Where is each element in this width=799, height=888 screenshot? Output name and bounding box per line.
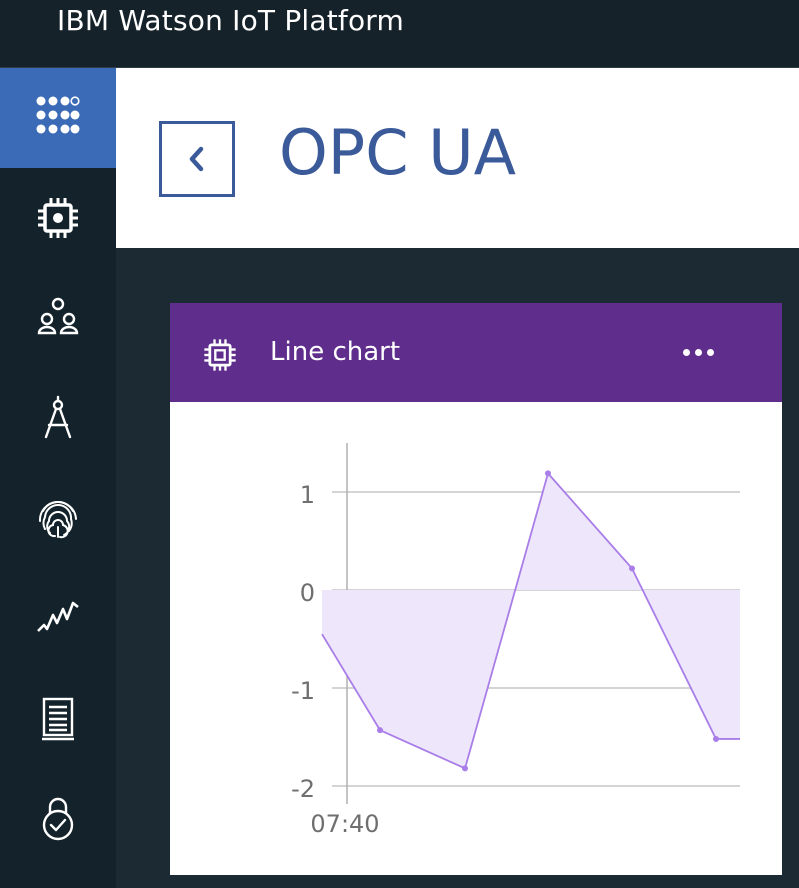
card-chip-icon (202, 337, 238, 377)
data-point (713, 735, 719, 742)
top-bar: IBM Watson IoT Platform (0, 0, 799, 68)
sidebar-item-security[interactable] (0, 468, 116, 568)
y-tick-label: 1 (300, 481, 315, 509)
sidebar-item-rules[interactable] (0, 368, 116, 468)
overflow-menu-icon (682, 348, 690, 356)
back-button[interactable] (159, 121, 235, 197)
chevron-left-icon (189, 146, 204, 172)
overflow-menu-dot (694, 348, 702, 356)
series-area (322, 473, 740, 769)
chip-icon (204, 339, 236, 371)
fingerprint-icon (38, 500, 77, 539)
sidebar-item-reports[interactable] (0, 668, 116, 768)
data-point (629, 565, 635, 572)
sidebar-item-usage[interactable] (0, 568, 116, 668)
sidebar-item-access[interactable] (0, 768, 116, 868)
apps-grid-icon (36, 96, 80, 134)
members-icon (37, 297, 79, 335)
overflow-menu-button[interactable] (675, 337, 721, 367)
y-tick-label: 0 (300, 579, 315, 607)
data-point (377, 727, 383, 734)
document-icon (42, 697, 74, 741)
y-tick-label: -1 (291, 677, 315, 705)
sidebar (0, 68, 116, 888)
y-tick-label: -2 (291, 775, 315, 803)
sidebar-item-apps[interactable] (0, 68, 116, 168)
line-chart: 1 0 -1 -2 07:40 (291, 443, 740, 838)
compass-icon (44, 395, 72, 439)
page-title: OPC UA (279, 116, 516, 189)
chip-icon (38, 198, 78, 238)
line-chart-card: Line chart 1 0 -1 -2 07:40 (170, 303, 782, 875)
activity-icon (37, 601, 79, 632)
lock-check-icon (42, 797, 74, 841)
x-tick-label: 07:40 (310, 810, 379, 838)
card-header: Line chart (170, 303, 782, 402)
data-point (462, 765, 468, 772)
sidebar-item-devices[interactable] (0, 168, 116, 268)
card-title: Line chart (270, 337, 401, 367)
page-header: OPC UA (116, 68, 799, 248)
data-point (545, 470, 551, 477)
chart-area: 1 0 -1 -2 07:40 (170, 402, 782, 875)
overflow-menu-dot (706, 348, 714, 356)
app-title: IBM Watson IoT Platform (57, 4, 404, 37)
sidebar-item-members[interactable] (0, 268, 116, 368)
